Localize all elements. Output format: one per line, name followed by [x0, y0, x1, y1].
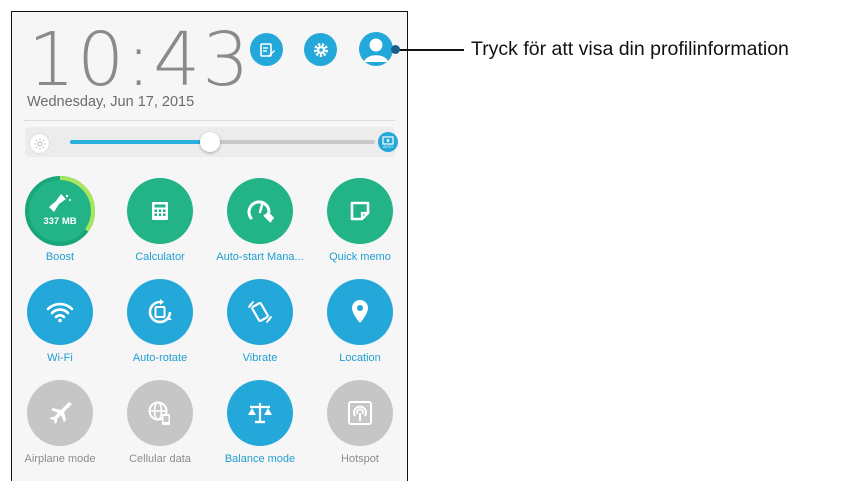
wifi-icon — [46, 302, 74, 323]
date-label: Wednesday, Jun 17, 2015 — [27, 94, 195, 110]
tile-quick-memo[interactable]: Quick memo — [310, 178, 410, 263]
tile-vibrate[interactable]: Vibrate — [210, 279, 310, 364]
tile-airplane-mode[interactable]: Airplane mode — [10, 380, 110, 465]
settings-gear-icon — [313, 42, 328, 57]
tile-hotspot[interactable]: Hotspot — [310, 380, 410, 465]
tile-label: Cellular data — [129, 453, 191, 465]
tile-wifi[interactable]: Wi-Fi — [10, 279, 110, 364]
tile-calculator[interactable]: Calculator — [110, 178, 210, 263]
tile-label: Quick memo — [329, 251, 391, 263]
profile-avatar-icon — [364, 38, 388, 62]
tile-label: Wi-Fi — [47, 352, 73, 364]
tile-label: Auto-rotate — [132, 352, 188, 364]
tile-auto-start[interactable]: Auto-start Mana... — [210, 178, 310, 263]
tile-label: Auto-start Mana... — [216, 251, 304, 263]
tile-label: Airplane mode — [24, 453, 96, 465]
balance-scale-icon — [248, 403, 272, 424]
tile-boost[interactable]: 337 MB Boost — [10, 176, 110, 263]
boost-button[interactable]: 337 MB — [25, 176, 95, 246]
vibrate-icon — [248, 301, 272, 323]
hotspot-icon — [348, 401, 372, 425]
hotspot-button[interactable] — [327, 380, 393, 446]
brightness-bar: AUTO — [25, 127, 398, 157]
location-button[interactable] — [327, 279, 393, 345]
cellular-data-button[interactable] — [127, 380, 193, 446]
calculator-button[interactable] — [127, 178, 193, 244]
tile-location[interactable]: Location — [310, 279, 410, 364]
divider — [24, 120, 395, 121]
edit-icon — [259, 42, 275, 57]
airplane-icon — [50, 402, 72, 424]
quick-memo-icon — [350, 201, 370, 221]
tile-label: Calculator — [135, 251, 185, 263]
auto-brightness-icon: AUTO — [382, 136, 394, 149]
clock-minutes: 43 — [153, 17, 252, 103]
tile-balance-mode[interactable]: Balance mode — [210, 380, 310, 465]
profile-button[interactable] — [359, 32, 393, 66]
callout-dot — [391, 45, 400, 54]
auto-rotate-icon — [148, 299, 172, 324]
quick-settings-panel: 10:43 Wednesday, Jun 17, 2015 AUTO 337 M… — [11, 11, 408, 481]
auto-start-manager-icon — [247, 200, 274, 223]
auto-rotate-button[interactable] — [127, 279, 193, 345]
auto-brightness-button[interactable]: AUTO — [378, 132, 398, 152]
brightness-knob[interactable] — [200, 132, 221, 152]
balance-mode-button[interactable] — [227, 380, 293, 446]
edit-button[interactable] — [250, 33, 283, 66]
wifi-button[interactable] — [27, 279, 93, 345]
tile-label: Balance mode — [224, 453, 296, 465]
clock: 10:43 — [28, 17, 252, 103]
brightness-slider[interactable] — [70, 132, 375, 152]
boost-memory-value: 337 MB — [43, 216, 77, 227]
tile-label: Boost — [45, 251, 75, 263]
quick-memo-button[interactable] — [327, 178, 393, 244]
vibrate-button[interactable] — [227, 279, 293, 345]
brightness-sun-icon — [29, 133, 50, 154]
cellular-data-icon — [148, 401, 170, 425]
calculator-icon — [152, 202, 168, 220]
callout-line — [395, 49, 464, 51]
boost-broom-icon — [49, 194, 71, 212]
airplane-mode-button[interactable] — [27, 380, 93, 446]
tile-cellular-data[interactable]: Cellular data — [110, 380, 210, 465]
brightness-fill — [70, 140, 211, 144]
callout-text: Tryck för att visa din profilinformation — [471, 38, 789, 60]
tile-auto-rotate[interactable]: Auto-rotate — [110, 279, 210, 364]
settings-button[interactable] — [304, 33, 337, 66]
clock-hours: 10 — [28, 17, 127, 103]
tile-label: Hotspot — [341, 453, 379, 465]
tile-label: Vibrate — [242, 352, 278, 364]
location-pin-icon — [352, 300, 368, 323]
auto-label: AUTO — [383, 145, 393, 149]
tile-label: Location — [339, 352, 381, 364]
auto-start-button[interactable] — [227, 178, 293, 244]
